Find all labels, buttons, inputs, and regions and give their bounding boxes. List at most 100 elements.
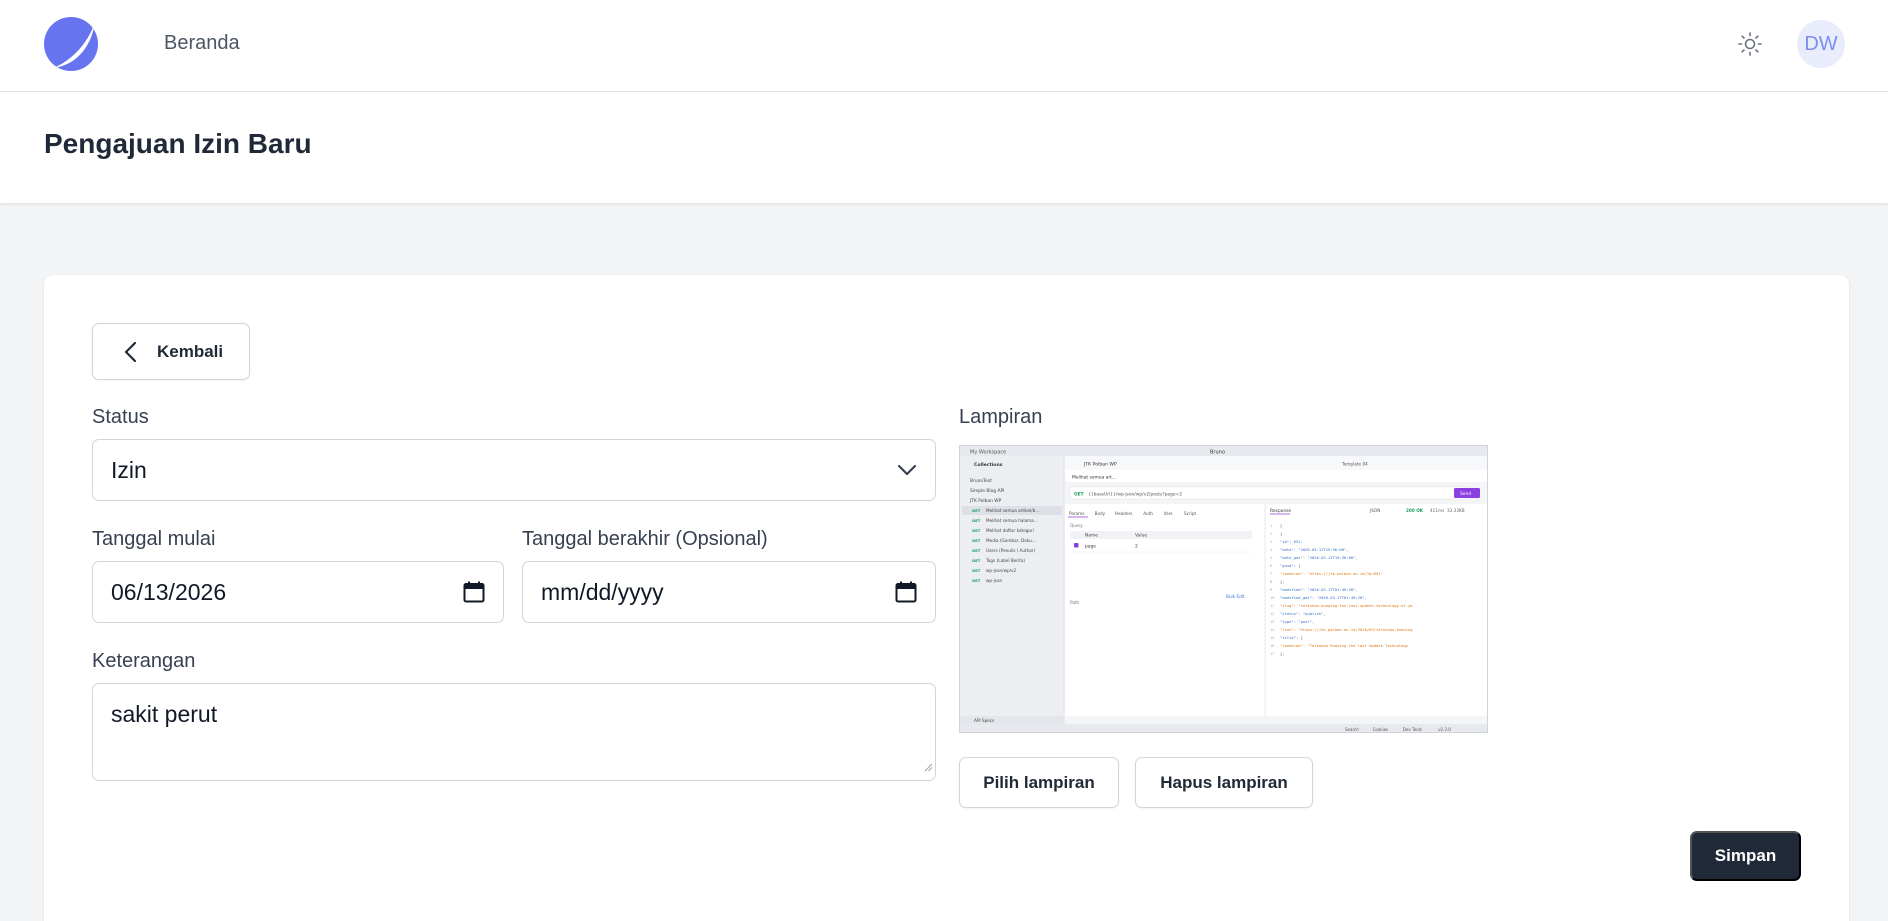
preview-request-name: Melihat semua halama... [986,518,1038,523]
preview-json-line-number: 8 [1270,580,1272,584]
notes-value: sakit perut [111,701,218,727]
preview-json-line-number: 5 [1270,556,1272,560]
preview-resp-tab: Response [1270,508,1291,514]
preview-path-label: Path [1070,600,1080,605]
end-date-input[interactable]: mm/dd/yyyy [522,561,936,623]
page-header: Pengajuan Izin Baru [0,92,1888,203]
save-button[interactable]: Simpan [1690,831,1801,881]
preview-resp-format: JSON [1369,508,1380,513]
preview-query-label: Query [1070,523,1083,528]
preview-json-line: "modified_gmt": "2026-03-17T01:49:28", [1280,595,1367,600]
preview-request-name: Media (Gambar, Doku... [986,538,1036,543]
preview-json-line: "id": 651, [1280,539,1303,544]
app-logo-icon[interactable] [43,16,99,72]
preview-json-line: "slug": "talkshow-knowing-the-last-updat… [1280,603,1413,608]
end-date-label: Tanggal berakhir (Opsional) [522,528,768,550]
preview-workspace: My Workspace [970,450,1006,456]
back-button[interactable]: Kembali [92,323,250,380]
preview-api-specs: API Specs [974,718,994,723]
preview-env: Template 04 [1341,462,1368,467]
preview-json-line-number: 11 [1270,604,1274,608]
preview-request-method: GET [972,578,981,583]
preview-url: {{baseUrl}}/wp-json/wp/v2/posts?page=2 [1088,492,1182,498]
preview-request-method: GET [972,568,981,573]
preview-request-name: Tags (Label Berita) [985,558,1025,563]
preview-collection-item: JTK Polban WP [969,498,1002,504]
calendar-icon[interactable] [463,581,485,603]
calendar-icon[interactable] [895,581,917,603]
back-button-label: Kembali [157,341,224,361]
preview-request-method: GET [972,508,981,513]
preview-footer-item: v2.3.0 [1438,727,1451,732]
preview-request-tab: Script [1184,511,1197,516]
preview-send-label: Send [1460,491,1471,497]
preview-json-line: "status": "publish", [1280,611,1326,616]
start-date-input[interactable]: 06/13/2026 [92,561,504,623]
start-date-value: 06/13/2026 [111,578,227,605]
preview-request-tab: Headers [1115,511,1132,516]
preview-json-line-number: 4 [1270,548,1272,552]
preview-json-line-number: 15 [1270,636,1274,640]
preview-json-line: "title": { [1280,635,1303,640]
preview-json-line-number: 10 [1270,596,1274,600]
preview-bulk-edit: Bulk Edit [1226,594,1245,599]
preview-json-line-number: 16 [1270,644,1274,648]
preview-json-line-number: 13 [1270,620,1274,624]
preview-json-line: [ [1280,523,1282,528]
preview-footer-item: Dev Tools [1403,727,1422,732]
svg-text:GET: GET [1074,492,1084,498]
choose-attachment-button[interactable]: Pilih lampiran [959,757,1119,808]
preview-collections-label: Collections [974,462,1003,468]
nav-link-home[interactable]: Beranda [164,32,240,55]
chevron-left-icon [124,341,137,362]
preview-request-name: Melihat semua artikel/b... [986,508,1039,513]
preview-request-name: wp-json/wp/v2 [986,568,1017,573]
preview-param-header-value: Value [1135,533,1147,539]
preview-json-line-number: 3 [1270,540,1272,544]
preview-param-header-name: Name [1085,533,1098,539]
preview-footer-item: Cookies [1373,727,1389,732]
preview-request-method: GET [972,518,981,523]
top-navbar: Beranda DW [0,0,1888,92]
preview-json-line: "date": "2026-03-11T19:36:00", [1280,547,1349,552]
theme-toggle-sun-icon[interactable] [1734,28,1766,60]
preview-resp-time: 411ms [1430,508,1444,513]
preview-request-method: GET [972,538,981,543]
preview-json-line-number: 17 [1270,652,1274,656]
remove-attachment-button[interactable]: Hapus lampiran [1135,757,1313,808]
status-selected-value: Izin [111,456,147,483]
preview-json-line: { [1280,531,1282,536]
preview-tab-request: Melihat semua art... [1072,475,1116,481]
preview-collection-item: BrunoTest [970,478,992,484]
preview-json-line: "modified": "2026-03-17T01:49:28", [1280,587,1358,592]
preview-json-line-number: 6 [1270,564,1272,568]
preview-request-tab: Auth [1143,511,1153,516]
status-select[interactable]: Izin [92,439,936,501]
preview-json-line: }, [1280,579,1285,584]
preview-request-method: GET [972,528,981,533]
preview-app-title: Bruno [1210,450,1225,456]
preview-request-tab: Params [1069,511,1084,516]
notes-label: Keterangan [92,650,196,672]
preview-json-line: "guid": { [1280,563,1301,568]
preview-resp-size: 33.33KB [1447,508,1465,513]
preview-json-line-number: 9 [1270,588,1272,592]
preview-request-name: Melihat daftar kategori [986,528,1034,533]
chevron-down-icon [897,464,917,476]
end-date-placeholder: mm/dd/yyyy [541,578,664,605]
preview-request-method: GET [972,548,981,553]
preview-json-line: "link": "https://jtk.polban.ac.id/2026/0… [1280,627,1413,632]
resize-handle-icon[interactable] [923,751,933,778]
preview-request-name: wp-json [986,578,1003,583]
preview-json-line: "rendered": "Talkshow Knowing the last U… [1280,643,1409,648]
preview-json-line: "rendered": "https://jtk.polban.ac.id/?p… [1280,571,1383,576]
preview-json-line-number: 14 [1270,628,1274,632]
preview-request-tab: Body [1095,511,1106,516]
preview-request-tab: Vars [1164,511,1173,516]
preview-param-name: page [1085,545,1096,550]
user-avatar[interactable]: DW [1797,20,1845,68]
attachment-preview-image: My Workspace Bruno Collections BrunoTest… [959,445,1488,733]
preview-request-name: Users (Penulis / Author) [986,548,1036,553]
notes-textarea[interactable]: sakit perut [92,683,936,781]
page-title: Pengajuan Izin Baru [44,128,312,159]
